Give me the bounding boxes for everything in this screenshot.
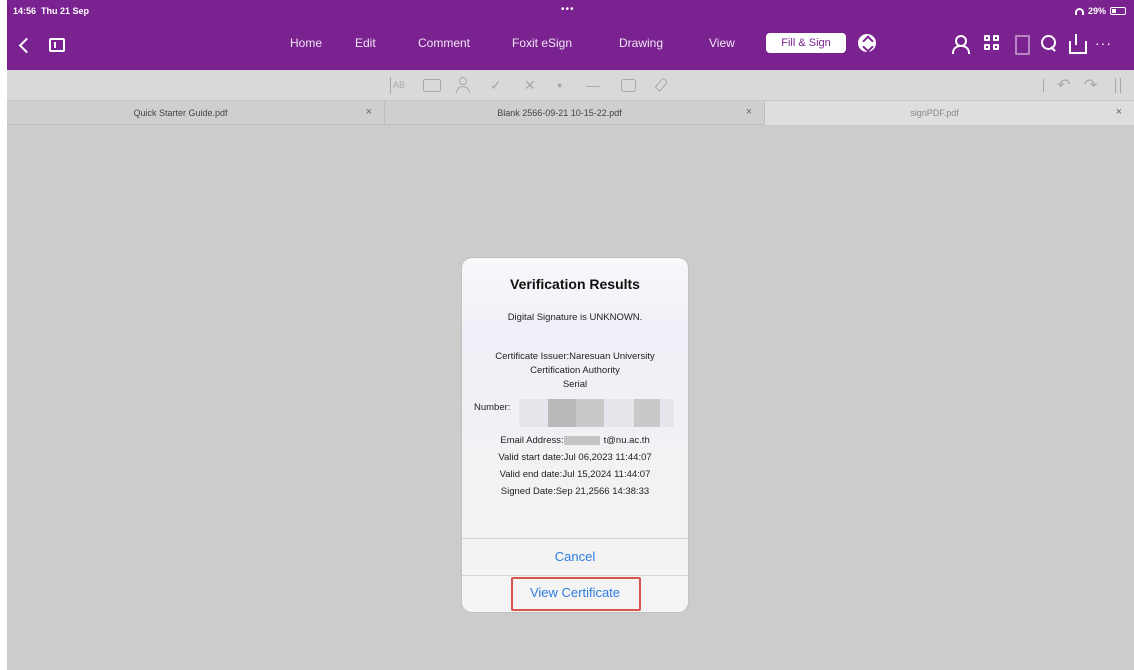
top-bar: 14:56 Thu 21 Sep ••• 29% Home Edit Comme…: [7, 0, 1134, 70]
verification-dialog: Verification Results Digital Signature i…: [462, 258, 688, 612]
dialog-title: Verification Results: [510, 276, 640, 292]
wifi-icon: [1074, 7, 1084, 15]
signature-status: Digital Signature is UNKNOWN.: [507, 312, 643, 323]
email-suffix: t@nu.ac.th: [603, 435, 650, 446]
valid-start-date: Valid start date:Jul 06,2023 11:44:07: [498, 452, 652, 463]
undo-icon[interactable]: ↶: [1057, 77, 1070, 94]
status-indicators: 29%: [1074, 6, 1126, 16]
status-bar: 14:56 Thu 21 Sep ••• 29%: [7, 0, 1134, 22]
clock: 14:56: [13, 6, 37, 16]
profile-head-icon: [459, 77, 467, 85]
signed-date: Signed Date:Sep 21,2566 14:38:33: [500, 486, 650, 497]
share-icon[interactable]: [1067, 34, 1087, 54]
tab-fill-sign[interactable]: Fill & Sign: [766, 33, 846, 53]
certificate-issuer-line2: Certification Authority: [530, 365, 620, 376]
pen-nib-icon: [654, 77, 669, 92]
dialog-divider: [462, 575, 688, 576]
email-label: Email Address:: [500, 435, 564, 446]
check-tool-icon[interactable]: ✓: [490, 77, 502, 94]
more-icon[interactable]: ···: [1095, 36, 1115, 56]
line-tool-icon[interactable]: —: [586, 77, 600, 94]
date: Thu 21 Sep: [41, 6, 90, 16]
email-redacted: [563, 435, 600, 445]
profile-tool-icon[interactable]: [455, 77, 473, 94]
close-tab-icon[interactable]: ×: [366, 106, 372, 118]
valid-end-date: Valid end date:Jul 15,2024 11:44:07: [499, 469, 651, 480]
battery-icon: [1110, 7, 1126, 15]
tab-view[interactable]: View: [709, 36, 735, 50]
tab-foxit-esign[interactable]: Foxit eSign: [512, 36, 572, 50]
close-tab-icon[interactable]: ×: [746, 106, 752, 118]
tab-edit[interactable]: Edit: [355, 36, 376, 50]
serial-label: Serial: [562, 379, 588, 390]
document-tab-blank[interactable]: Blank 2566-09-21 10-15-22.pdf ×: [385, 101, 765, 125]
cancel-button[interactable]: Cancel: [462, 549, 688, 564]
tab-comment[interactable]: Comment: [418, 36, 470, 50]
document-tab-name: signPDF.pdf: [910, 108, 959, 118]
mode-switch-icon[interactable]: [858, 34, 876, 52]
panel-icon[interactable]: [49, 38, 65, 52]
search-icon[interactable]: [1039, 34, 1059, 54]
document-tab-quick-starter[interactable]: Quick Starter Guide.pdf ×: [7, 101, 385, 125]
redo-icon[interactable]: ↷: [1084, 77, 1097, 94]
cross-tool-icon[interactable]: ✕: [524, 77, 536, 94]
bookmark-icon[interactable]: [1011, 34, 1031, 55]
rectangle-tool-icon[interactable]: [621, 79, 636, 92]
signature-tool-icon[interactable]: [653, 77, 671, 94]
dot-tool-icon[interactable]: ●: [557, 77, 562, 94]
dialog-divider: [462, 538, 688, 539]
grid-icon[interactable]: [983, 34, 1003, 54]
text-tool-icon[interactable]: AB: [390, 77, 405, 94]
serial-redact-block: [634, 399, 660, 427]
document-tab-name: Blank 2566-09-21 10-15-22.pdf: [497, 108, 622, 118]
multitask-dots[interactable]: •••: [561, 4, 575, 15]
fill-sign-toolbar: AB ✓ ✕ ● — ↶ ↷: [7, 70, 1134, 101]
close-tab-icon[interactable]: ×: [1116, 106, 1122, 118]
serial-redact-block: [576, 399, 604, 427]
status-time: 14:56 Thu 21 Sep: [13, 6, 89, 16]
document-tab-name: Quick Starter Guide.pdf: [133, 108, 228, 118]
number-label: Number:: [474, 402, 511, 413]
document-tab-signpdf[interactable]: signPDF.pdf ×: [765, 101, 1134, 125]
comb-text-icon[interactable]: [423, 79, 441, 92]
tab-drawing[interactable]: Drawing: [619, 36, 663, 50]
document-tabs: Quick Starter Guide.pdf × Blank 2566-09-…: [7, 101, 1134, 125]
highlight-box: [511, 577, 641, 611]
tab-home[interactable]: Home: [290, 36, 322, 50]
nav-row: Home Edit Comment Foxit eSign Drawing Vi…: [7, 24, 1134, 70]
email-address-line: Email Address: t@nu.ac.th: [462, 435, 688, 446]
battery-percent: 29%: [1087, 6, 1106, 16]
serial-redact-block: [548, 399, 576, 427]
back-icon[interactable]: [17, 36, 31, 56]
pause-icon[interactable]: [1115, 78, 1121, 93]
certificate-issuer-line1: Certificate Issuer:Naresuan University: [495, 351, 655, 362]
add-user-icon[interactable]: [952, 34, 972, 54]
toolbar-divider: [1043, 79, 1044, 92]
profile-body-icon: [456, 86, 470, 93]
